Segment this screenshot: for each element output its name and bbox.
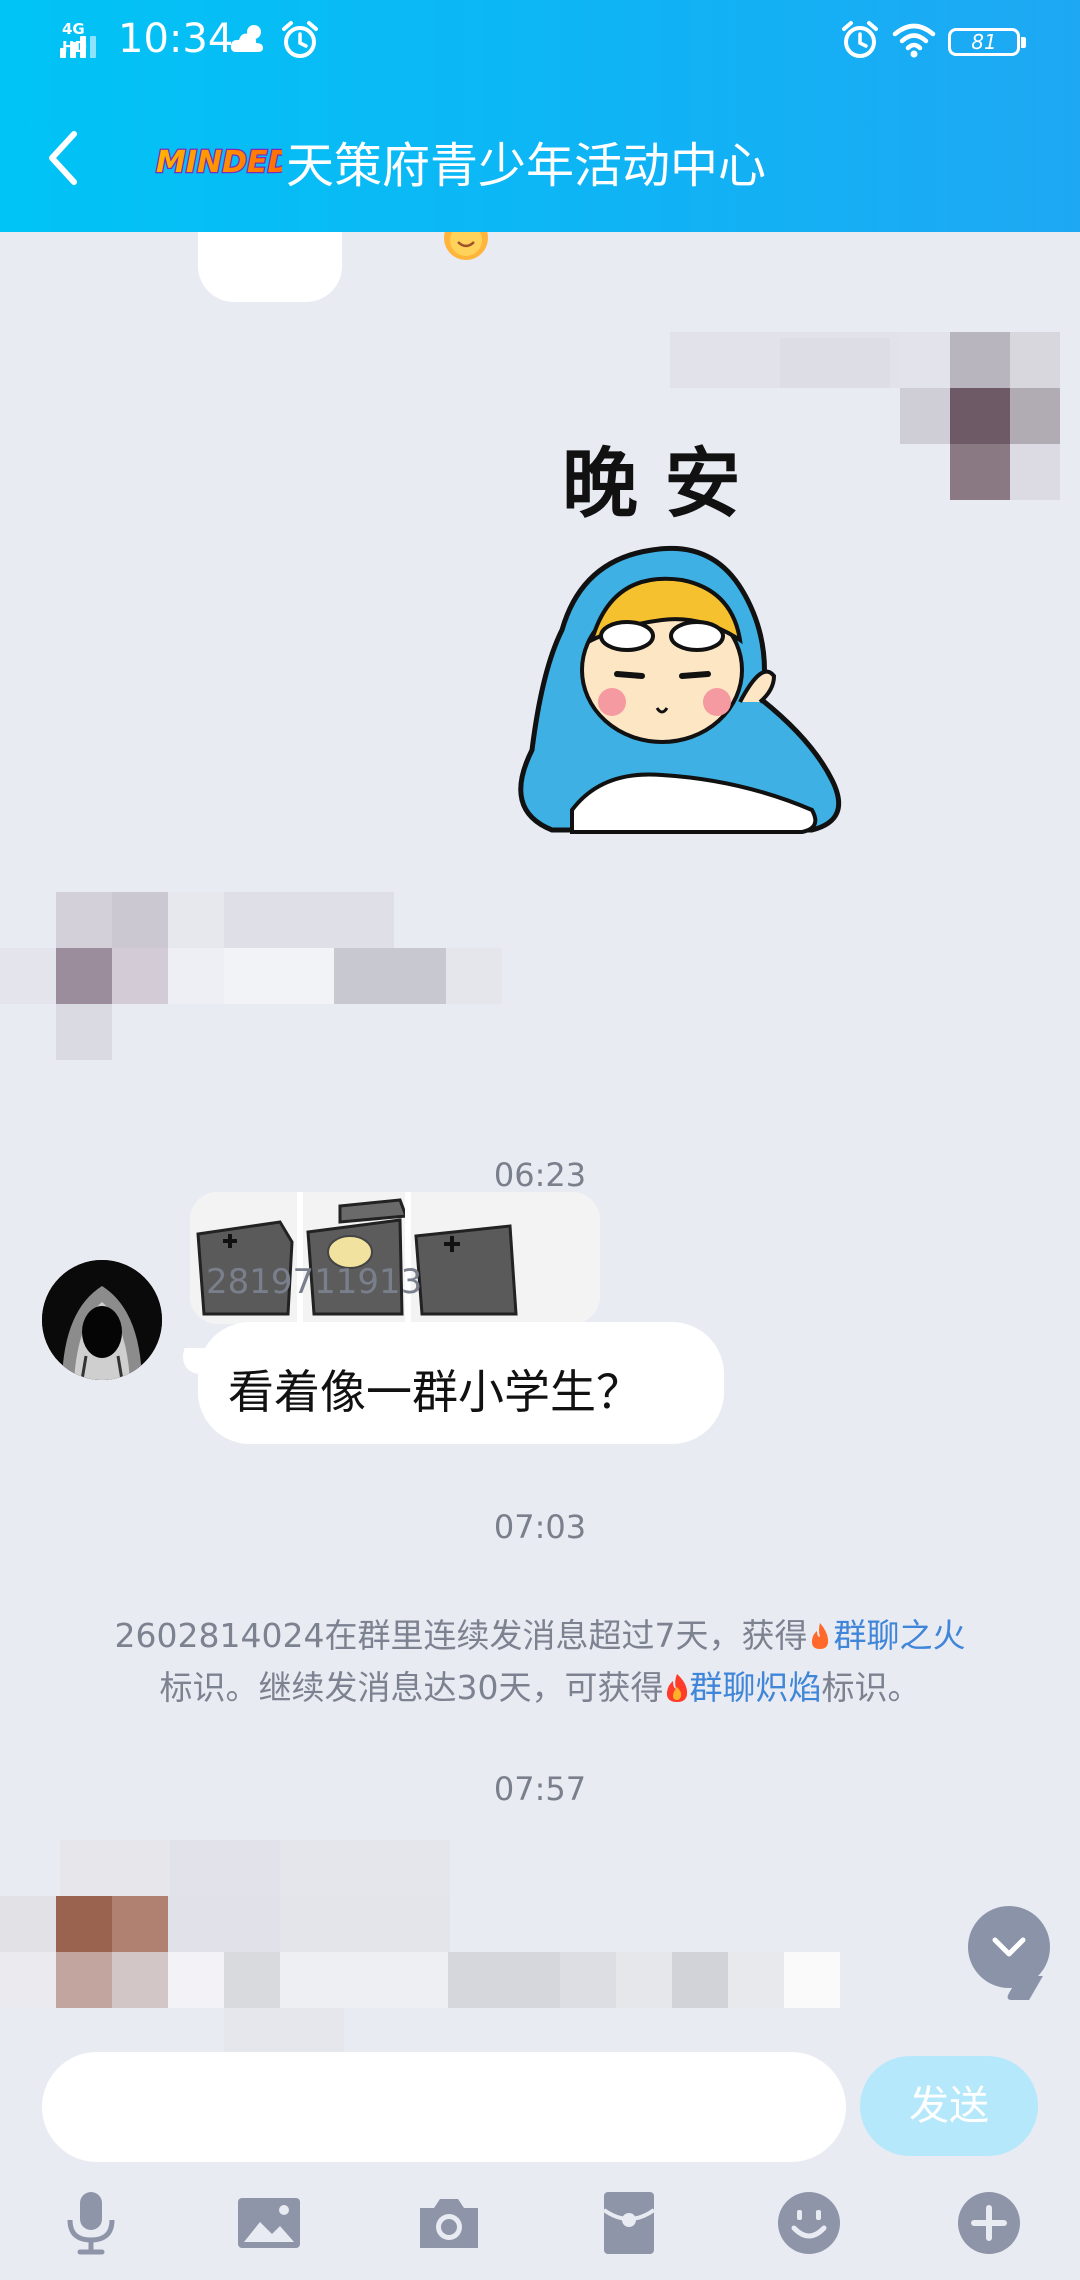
image-icon[interactable] bbox=[234, 2188, 304, 2258]
hooded-figure-avatar-image bbox=[42, 1260, 162, 1380]
sender-name: 2819711913 bbox=[206, 1262, 423, 1302]
message-text: 看着像一群小学生？ bbox=[228, 1365, 642, 1419]
svg-text:晚 安: 晚 安 bbox=[562, 440, 740, 528]
blurred-sender-info bbox=[0, 892, 560, 1122]
text-message-bubble[interactable]: 看着像一群小学生？ bbox=[198, 1322, 724, 1444]
flame-badge-link[interactable]: 群聊之火 bbox=[833, 1616, 965, 1655]
flame-icon bbox=[812, 1623, 829, 1649]
message-input-row: 发送 bbox=[0, 2032, 1080, 2162]
alarm-icon bbox=[282, 21, 318, 58]
emoji-icon[interactable] bbox=[774, 2188, 844, 2258]
blaze-icon bbox=[666, 1674, 687, 1702]
wifi-icon bbox=[892, 23, 936, 58]
cloud-sun-icon bbox=[230, 25, 263, 52]
sun-emoji-icon bbox=[444, 232, 488, 260]
system-notice-text: 标识。 bbox=[821, 1668, 921, 1707]
scroll-to-bottom-button[interactable] bbox=[968, 1906, 1050, 1988]
message-timestamp: 07:57 bbox=[493, 1770, 587, 1808]
emoji-message-bubble[interactable] bbox=[198, 232, 488, 302]
chevron-down-icon bbox=[992, 1937, 1026, 1957]
camera-icon[interactable] bbox=[414, 2188, 484, 2258]
chat-message-list[interactable]: 晚 安 06:23 2819711913 看着像一群小学生？ 07:03 260… bbox=[0, 232, 1080, 2052]
battery-level: 81 bbox=[948, 28, 1026, 56]
group-level-badge: MINDED bbox=[155, 144, 282, 182]
group-title: 天策府青少年活动中心 bbox=[286, 138, 767, 194]
input-toolbar bbox=[0, 2180, 1080, 2280]
sender-avatar[interactable] bbox=[42, 1260, 162, 1380]
system-notice-text: 2602814024在群里连续发消息超过7天，获得 bbox=[114, 1616, 808, 1655]
cellular-signal-icon: 4G HD bbox=[58, 20, 104, 60]
blaze-badge-link[interactable]: 群聊炽焰 bbox=[690, 1668, 822, 1707]
goodnight-sticker[interactable]: 晚 安 bbox=[512, 440, 858, 840]
back-arrow-icon[interactable] bbox=[40, 126, 88, 190]
send-button[interactable]: 发送 bbox=[860, 2056, 1038, 2156]
red-packet-icon[interactable] bbox=[594, 2188, 664, 2258]
message-timestamp: 07:03 bbox=[493, 1508, 587, 1546]
message-timestamp: 06:23 bbox=[493, 1156, 587, 1194]
message-input[interactable] bbox=[42, 2052, 846, 2162]
alarm-icon bbox=[842, 21, 878, 58]
svg-text:MINDED: MINDED bbox=[156, 145, 282, 180]
system-notice: 2602814024在群里连续发消息超过7天，获得 群聊之火 标识。继续发消息达3… bbox=[60, 1610, 1020, 1714]
coffin-meme-image bbox=[190, 1192, 600, 1324]
image-message[interactable] bbox=[190, 1192, 600, 1324]
status-bar: 4G HD 10:34 81 bbox=[0, 0, 1080, 84]
plus-icon[interactable] bbox=[954, 2188, 1024, 2258]
microphone-icon[interactable] bbox=[56, 2188, 126, 2258]
status-time: 10:34 bbox=[118, 16, 234, 62]
system-notice-text: 标识。继续发消息达30天，可获得 bbox=[159, 1668, 664, 1707]
chat-header: 4G HD 10:34 81 bbox=[0, 0, 1080, 232]
